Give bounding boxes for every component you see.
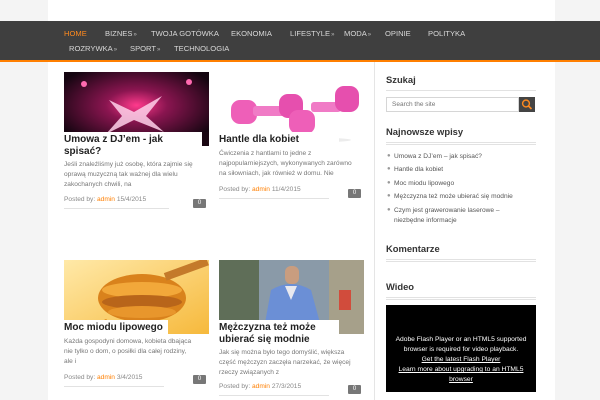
meta-divider xyxy=(64,208,169,209)
post-meta: Posted by: admin 27/3/2015 xyxy=(219,383,302,390)
bullet-icon: ● xyxy=(387,180,391,186)
post-card: Moc miodu lipowego Każda gospodyni domow… xyxy=(64,260,209,400)
post-title[interactable]: Umowa z DJ’em - jak spisać? xyxy=(64,132,202,158)
post-title[interactable]: Hantle dla kobiet xyxy=(219,132,339,146)
post-author-link[interactable]: admin xyxy=(97,196,115,203)
meta-divider xyxy=(219,395,329,396)
bullet-icon: ● xyxy=(387,193,391,199)
search-button[interactable] xyxy=(519,97,535,112)
nav-item-biznes[interactable]: BIZNES» xyxy=(105,29,137,38)
post-author-link[interactable]: admin xyxy=(252,186,270,193)
chevron-right-icon: » xyxy=(331,32,335,38)
recent-post-link[interactable]: ● Mężczyzna też może ubierać się modnie xyxy=(387,192,539,202)
post-card: Hantle dla kobiet Ćwiczenia z hantlami t… xyxy=(219,72,364,212)
sidebar-recent-title: Najnowsze wpisy xyxy=(386,126,464,137)
meta-divider xyxy=(219,198,329,199)
bullet-icon: ● xyxy=(387,207,391,213)
html5-upgrade-link-continued[interactable]: browser xyxy=(449,376,473,383)
video-player[interactable]: Adobe Flash Player or an HTML5 supported… xyxy=(386,305,536,392)
comment-count-badge[interactable]: 0 xyxy=(193,375,206,384)
nav-item-lifestyle[interactable]: LIFESTYLE» xyxy=(290,29,334,38)
post-title[interactable]: Mężczyzna też może ubierać się modnie xyxy=(219,320,339,346)
sidebar-divider xyxy=(386,259,536,262)
sidebar-divider xyxy=(386,142,536,145)
post-author-link[interactable]: admin xyxy=(97,374,115,381)
recent-post-link[interactable]: ● Czym jest grawerowanie laserowe – xyxy=(387,206,539,216)
post-excerpt: Ćwiczenia z hantlami to jedne z najpopul… xyxy=(219,150,352,177)
nav-item-ekonomia[interactable]: EKONOMIA xyxy=(231,29,272,38)
post-excerpt: Jak się można było tego domyślić, większ… xyxy=(219,349,351,376)
comment-count-badge[interactable]: 0 xyxy=(348,189,361,198)
main-navigation: HOME BIZNES» TWOJA GOTÓWKA EKONOMIA LIFE… xyxy=(0,21,600,62)
recent-post-link[interactable]: ● Umowa z DJ’em – jak spisać? xyxy=(387,152,539,162)
sidebar-video-title: Wideo xyxy=(386,281,415,292)
chevron-right-icon: » xyxy=(133,32,137,38)
recent-post-link[interactable]: ● Moc miodu lipowego xyxy=(387,179,539,189)
sidebar-divider xyxy=(386,90,536,91)
post-title[interactable]: Moc miodu lipowego xyxy=(64,320,168,334)
nav-item-technologia[interactable]: TECHNOLOGIA xyxy=(174,44,229,53)
chevron-right-icon: » xyxy=(367,32,372,38)
comment-count-badge[interactable]: 0 xyxy=(193,199,206,208)
header-area xyxy=(48,0,555,21)
post-card: Mężczyzna też może ubierać się modnie Ja… xyxy=(219,260,364,400)
post-meta: Posted by: admin 3/4/2015 xyxy=(64,374,143,381)
nav-item-home[interactable]: HOME xyxy=(64,29,87,38)
post-author-link[interactable]: admin xyxy=(252,383,270,390)
nav-item-rozrywka[interactable]: ROZRYWKA» xyxy=(69,44,117,53)
post-card: Umowa z DJ’em - jak spisać? Jeśli znaleź… xyxy=(64,72,209,212)
nav-item-opinie[interactable]: OPINIE xyxy=(385,29,411,38)
chevron-right-icon: » xyxy=(113,47,118,53)
post-meta: Posted by: admin 11/4/2015 xyxy=(219,186,301,193)
nav-item-sport[interactable]: SPORT» xyxy=(130,44,160,53)
meta-divider xyxy=(64,386,164,387)
post-excerpt: Jeśli znaleźliśmy już osobę, która zajmi… xyxy=(64,161,193,188)
flash-player-link[interactable]: Get the latest Flash Player xyxy=(422,356,501,363)
nav-item-polityka[interactable]: POLITYKA xyxy=(428,29,465,38)
chevron-right-icon: » xyxy=(157,47,161,53)
comment-count-badge[interactable]: 0 xyxy=(348,385,361,394)
post-meta: Posted by: admin 15/4/2015 xyxy=(64,196,147,203)
recent-post-link-continued[interactable]: niezbędne informacje xyxy=(394,216,539,226)
sidebar-search-title: Szukaj xyxy=(386,74,416,85)
search-icon xyxy=(521,99,533,110)
bullet-icon: ● xyxy=(387,153,391,159)
nav-item-twoja-gotowka[interactable]: TWOJA GOTÓWKA xyxy=(151,29,219,38)
post-excerpt: Każda gospodyni domowa, kobieta dbająca … xyxy=(64,338,192,365)
sidebar-comments-title: Komentarze xyxy=(386,243,440,254)
html5-upgrade-link[interactable]: Learn more about upgrading to an HTML5 xyxy=(399,366,524,373)
nav-item-moda[interactable]: MODA» xyxy=(344,29,371,38)
recent-post-link[interactable]: ● Hantle dla kobiet xyxy=(387,165,539,175)
sidebar-divider xyxy=(374,62,375,400)
content-area: Umowa z DJ’em - jak spisać? Jeśli znaleź… xyxy=(48,62,555,400)
sidebar-divider xyxy=(386,297,536,300)
search-input[interactable] xyxy=(386,97,519,112)
bullet-icon: ● xyxy=(387,166,391,172)
